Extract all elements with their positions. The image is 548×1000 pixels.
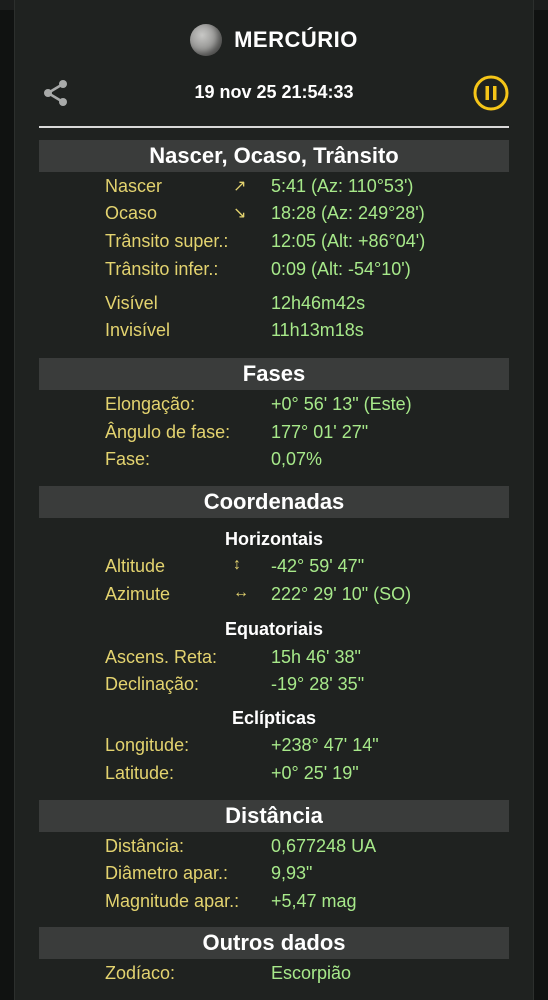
row-elongation: Elongação: +0° 56' 13" (Este) xyxy=(15,394,533,420)
row-label: Ângulo de fase: xyxy=(105,422,231,442)
row-apparent-diameter: Diâmetro apar.: 9,93" xyxy=(15,863,533,889)
section-header-other: Outros dados xyxy=(39,927,509,959)
row-value: 12h46m42s xyxy=(271,293,366,313)
row-label: Nascer xyxy=(105,176,163,196)
row-value: 12:05 (Alt: +86°04') xyxy=(271,231,426,251)
row-value: 0,677248 UA xyxy=(271,836,377,856)
row-value: +0° 56' 13" (Este) xyxy=(271,394,412,414)
row-value: +0° 25' 19" xyxy=(271,763,359,783)
set-arrow-icon: ↘ xyxy=(233,205,247,222)
row-visible: Visível 12h46m42s xyxy=(15,293,533,319)
row-label: Ocaso xyxy=(105,203,158,223)
row-right-ascension: Ascens. Reta: 15h 46' 38" xyxy=(15,647,533,673)
row-label: Declinação: xyxy=(105,674,200,694)
row-value: 5:41 (Az: 110°53') xyxy=(271,176,414,196)
row-label: Zodíaco: xyxy=(105,963,176,983)
row-altitude: Altitude ↕ -42° 59' 47" xyxy=(15,556,533,582)
row-value: -19° 28' 35" xyxy=(271,674,365,694)
vertical-arrow-icon: ↕ xyxy=(233,556,241,573)
row-apparent-magnitude: Magnitude apar.: +5,47 mag xyxy=(15,891,533,917)
row-label: Fase: xyxy=(105,449,151,469)
row-phase: Fase: 0,07% xyxy=(15,449,533,475)
row-zodiac: Zodíaco: Escorpião xyxy=(15,963,533,989)
row-label: Ascens. Reta: xyxy=(105,647,218,667)
row-value: +5,47 mag xyxy=(271,891,357,911)
datetime-display: 19 nov 25 21:54:33 xyxy=(194,82,354,102)
row-label: Invisível xyxy=(105,320,171,340)
rise-arrow-icon: ↗ xyxy=(233,178,247,195)
row-value: 9,93" xyxy=(271,863,313,883)
row-label: Elongação: xyxy=(105,394,196,414)
row-value: 18:28 (Az: 249°28') xyxy=(271,203,425,223)
row-set: Ocaso ↘ 18:28 (Az: 249°28') xyxy=(15,203,533,229)
header-divider xyxy=(39,126,509,128)
row-value: +238° 47' 14" xyxy=(271,735,379,755)
row-declination: Declinação: -19° 28' 35" xyxy=(15,674,533,700)
row-value: 222° 29' 10" (SO) xyxy=(271,584,412,604)
row-label: Distância: xyxy=(105,836,185,856)
section-header-coordinates: Coordenadas xyxy=(39,486,509,518)
row-azimuth: Azimute ↔ 222° 29' 10" (SO) xyxy=(15,584,533,610)
row-phase-angle: Ângulo de fase: 177° 01' 27" xyxy=(15,422,533,448)
row-value: -42° 59' 47" xyxy=(271,556,365,576)
row-label: Azimute xyxy=(105,584,171,604)
row-value: 0:09 (Alt: -54°10') xyxy=(271,259,411,279)
toolbar: 19 nov 25 21:54:33 xyxy=(15,75,533,112)
row-value: 11h13m18s xyxy=(271,320,364,340)
subheader-ecliptic: Eclípticas xyxy=(231,708,317,728)
subheader-horizontal: Horizontais xyxy=(224,529,323,549)
row-label: Longitude: xyxy=(105,735,190,755)
row-rise: Nascer ↗ 5:41 (Az: 110°53') xyxy=(15,176,533,202)
row-value: Escorpião xyxy=(271,963,352,983)
row-distance: Distância: 0,677248 UA xyxy=(15,836,533,862)
row-upper-transit: Trânsito super.: 12:05 (Alt: +86°04') xyxy=(15,231,533,257)
planet-info-panel: MERCÚRIO 19 nov 25 21:54:33 Nascer, Ocas… xyxy=(14,0,534,1000)
row-label: Latitude: xyxy=(105,763,175,783)
row-label: Visível xyxy=(105,293,158,313)
page-title: MERCÚRIO xyxy=(234,27,358,52)
row-latitude: Latitude: +0° 25' 19" xyxy=(15,763,533,789)
row-value: 0,07% xyxy=(271,449,323,469)
row-longitude: Longitude: +238° 47' 14" xyxy=(15,735,533,761)
planet-icon xyxy=(190,24,223,56)
row-label: Magnitude apar.: xyxy=(105,891,240,911)
row-invisible: Invisível 11h13m18s xyxy=(15,320,533,346)
horizontal-arrow-icon: ↔ xyxy=(233,584,249,601)
row-label: Altitude xyxy=(105,556,166,576)
section-header-phases: Fases xyxy=(39,358,509,390)
row-value: 177° 01' 27" xyxy=(271,422,369,442)
row-label: Trânsito super.: xyxy=(105,231,229,251)
row-label: Trânsito infer.: xyxy=(105,259,219,279)
pause-button[interactable] xyxy=(473,75,509,111)
section-header-distance: Distância xyxy=(39,800,509,832)
row-label: Diâmetro apar.: xyxy=(105,863,229,883)
subheader-equatorial: Equatoriais xyxy=(224,619,324,639)
panel-header: MERCÚRIO xyxy=(15,20,533,60)
row-lower-transit: Trânsito infer.: 0:09 (Alt: -54°10') xyxy=(15,259,533,285)
row-value: 15h 46' 38" xyxy=(271,647,361,667)
section-header-rise-set: Nascer, Ocaso, Trânsito xyxy=(39,140,509,172)
